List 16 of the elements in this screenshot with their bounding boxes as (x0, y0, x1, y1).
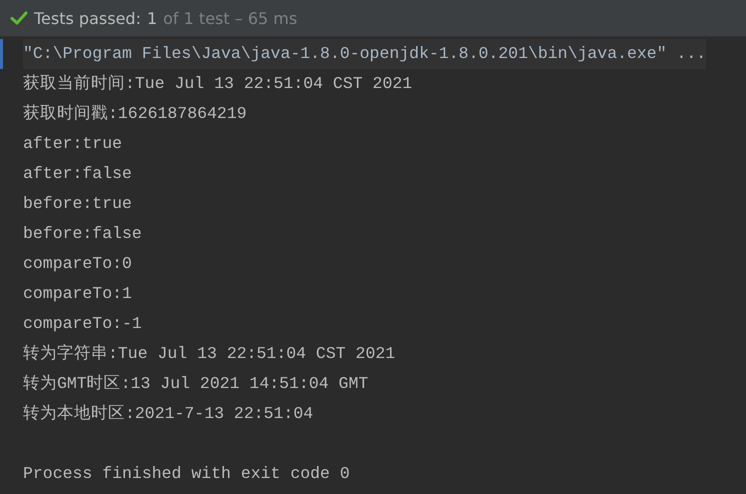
test-detail: of 1 test – 65 ms (163, 8, 298, 28)
output-line: 转为GMT时区:13 Jul 2021 14:51:04 GMT (23, 373, 368, 395)
output-line: after:true (23, 133, 122, 155)
output-line: compareTo:0 (23, 253, 132, 275)
output-line: compareTo:-1 (23, 313, 142, 335)
output-line: 转为字符串:Tue Jul 13 22:51:04 CST 2021 (23, 343, 396, 365)
output-line: 获取当前时间:Tue Jul 13 22:51:04 CST 2021 (23, 73, 412, 95)
output-line: after:false (23, 163, 132, 185)
output-line: 转为本地时区:2021-7-13 22:51:04 (23, 403, 314, 425)
output-line: 获取时间戳:1626187864219 (23, 103, 247, 125)
output-line: Process finished with exit code 0 (23, 463, 350, 485)
status-label: Tests passed: (34, 8, 141, 28)
passed-count: 1 (146, 8, 158, 28)
output-line: compareTo:1 (23, 283, 132, 305)
output-line: before:true (23, 193, 132, 215)
output-line: before:false (23, 223, 142, 245)
